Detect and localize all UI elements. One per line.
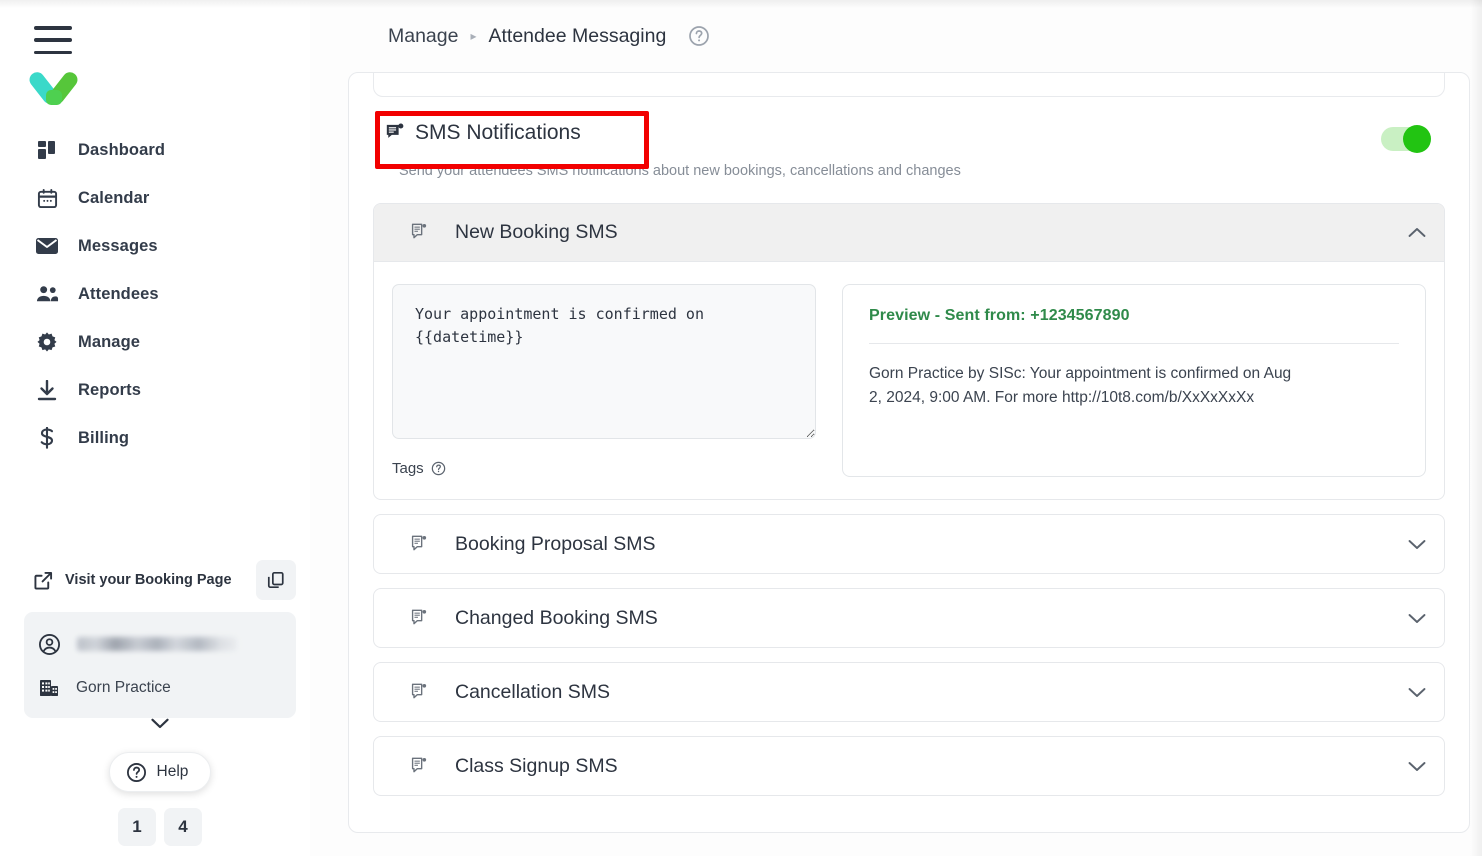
hamburger-menu-icon[interactable] — [34, 26, 72, 54]
tags-row: Tags — [392, 460, 816, 477]
chevron-down-icon[interactable] — [1408, 687, 1426, 698]
sidebar-item-dashboard[interactable]: Dashboard — [10, 126, 310, 174]
sidebar-item-billing[interactable]: Billing — [10, 414, 310, 462]
accordion-title: Changed Booking SMS — [455, 606, 658, 629]
breadcrumb-separator-icon: ▸ — [470, 29, 477, 43]
download-icon — [34, 377, 60, 403]
preview-divider — [869, 343, 1399, 344]
question-circle-icon[interactable] — [431, 461, 446, 476]
accordion-header[interactable]: Changed Booking SMS — [374, 589, 1444, 647]
user-circle-icon — [38, 633, 61, 656]
app-viewport: Dashboard Calendar Messages Attendees Ma… — [0, 0, 1482, 856]
sms-notification-icon — [410, 683, 429, 702]
sms-notifications-toggle[interactable] — [1381, 125, 1431, 153]
accordion-title: Class Signup SMS — [455, 754, 618, 777]
people-icon — [34, 281, 60, 307]
breadcrumb-parent[interactable]: Manage — [388, 25, 458, 48]
sidebar-item-attendees[interactable]: Attendees — [10, 270, 310, 318]
gear-icon — [34, 329, 60, 355]
sidebar-item-reports[interactable]: Reports — [10, 366, 310, 414]
sms-preview-panel: Preview - Sent from: +1234567890 Gorn Pr… — [842, 284, 1426, 477]
sms-notification-icon — [410, 223, 429, 242]
sidebar-item-manage[interactable]: Manage — [10, 318, 310, 366]
accordion-changed-booking-sms: Changed Booking SMS — [373, 588, 1445, 648]
accordion-title: Booking Proposal SMS — [455, 532, 656, 555]
chevron-down-icon[interactable] — [147, 714, 173, 732]
chevron-down-icon[interactable] — [1408, 613, 1426, 624]
sms-notification-icon — [410, 535, 429, 554]
account-org-name: Gorn Practice — [76, 679, 171, 696]
visit-booking-page-link[interactable]: Visit your Booking Page — [34, 571, 232, 590]
accordion-header[interactable]: New Booking SMS — [374, 204, 1444, 262]
help-button-label: Help — [156, 763, 189, 780]
previous-section-card-partial — [373, 73, 1445, 97]
help-button[interactable]: Help — [108, 752, 212, 792]
chevron-down-icon[interactable] — [1408, 539, 1426, 550]
sidebar: Dashboard Calendar Messages Attendees Ma… — [0, 0, 310, 856]
preview-title: Preview - Sent from: +1234567890 — [869, 307, 1130, 324]
accordion-new-booking-sms: New Booking SMS Tags — [373, 203, 1445, 500]
section-subtitle: Send your attendees SMS notifications ab… — [399, 163, 961, 179]
counter-badges: 1 4 — [24, 808, 296, 846]
sms-notification-icon — [410, 609, 429, 628]
account-org-row[interactable]: Gorn Practice — [24, 666, 296, 710]
sidebar-item-label: Attendees — [78, 284, 159, 303]
sms-notifications-title-group: SMS Notifications — [373, 113, 961, 153]
accordion-header[interactable]: Cancellation SMS — [374, 663, 1444, 721]
sidebar-item-label: Dashboard — [78, 140, 166, 159]
building-icon — [38, 677, 60, 699]
sidebar-item-label: Reports — [78, 380, 142, 399]
counter-badge[interactable]: 1 — [118, 808, 156, 846]
accordion-title: New Booking SMS — [455, 221, 618, 243]
accordion-cancellation-sms: Cancellation SMS — [373, 662, 1445, 722]
visit-booking-page-label: Visit your Booking Page — [65, 572, 232, 588]
preview-message-body: Gorn Practice by SISc: Your appointment … — [869, 365, 1292, 407]
sms-editor-column: Tags — [392, 284, 816, 477]
chevron-up-icon[interactable] — [1408, 227, 1426, 238]
breadcrumb-current: Attendee Messaging — [488, 24, 667, 47]
toggle-knob — [1403, 125, 1431, 153]
sms-message-textarea[interactable] — [392, 284, 816, 439]
sidebar-item-calendar[interactable]: Calendar — [10, 174, 310, 222]
breadcrumb: Manage ▸ Attendee Messaging — [310, 0, 1482, 72]
sidebar-item-messages[interactable]: Messages — [10, 222, 310, 270]
envelope-icon — [34, 233, 60, 259]
booking-page-row: Visit your Booking Page — [24, 558, 296, 602]
sms-accordion-list: New Booking SMS Tags — [373, 203, 1445, 796]
main-content: Manage ▸ Attendee Messaging SMS Notifica… — [310, 0, 1482, 856]
copy-icon — [267, 571, 285, 589]
dashboard-grid-icon — [34, 137, 60, 163]
accordion-class-signup-sms: Class Signup SMS — [373, 736, 1445, 796]
sidebar-nav: Dashboard Calendar Messages Attendees Ma… — [10, 126, 310, 462]
counter-badge[interactable]: 4 — [164, 808, 202, 846]
copy-booking-link-button[interactable] — [256, 560, 296, 600]
question-circle-icon — [126, 762, 147, 783]
accordion-booking-proposal-sms: Booking Proposal SMS — [373, 514, 1445, 574]
accordion-body: Tags Previ — [374, 262, 1444, 499]
account-email-redacted — [77, 637, 237, 651]
external-link-icon — [34, 571, 53, 590]
chevron-down-icon[interactable] — [1408, 761, 1426, 772]
checkmark-logo-icon — [26, 69, 84, 110]
accordion-title: Cancellation SMS — [455, 680, 610, 703]
sms-notification-icon — [410, 757, 429, 776]
sidebar-item-label: Manage — [78, 332, 141, 351]
calendar-icon — [34, 185, 60, 211]
sms-notification-icon — [385, 123, 405, 143]
help-row: Help — [24, 752, 296, 792]
tags-label: Tags — [392, 460, 424, 477]
page-help-icon[interactable] — [688, 25, 710, 47]
account-user-row[interactable] — [24, 622, 296, 666]
sidebar-footer: Visit your Booking Page Gorn Practice He… — [10, 558, 310, 846]
section-title: SMS Notifications — [415, 121, 581, 144]
account-switcher[interactable]: Gorn Practice — [24, 612, 296, 728]
accordion-header[interactable]: Class Signup SMS — [374, 737, 1444, 795]
sidebar-item-label: Billing — [78, 428, 130, 447]
accordion-header[interactable]: Booking Proposal SMS — [374, 515, 1444, 573]
sms-notifications-header: SMS Notifications Send your attendees SM… — [373, 111, 1445, 179]
attendee-messaging-card: SMS Notifications Send your attendees SM… — [348, 72, 1470, 833]
sidebar-item-label: Calendar — [78, 188, 150, 207]
sidebar-item-label: Messages — [78, 236, 158, 255]
dollar-icon — [34, 425, 60, 451]
